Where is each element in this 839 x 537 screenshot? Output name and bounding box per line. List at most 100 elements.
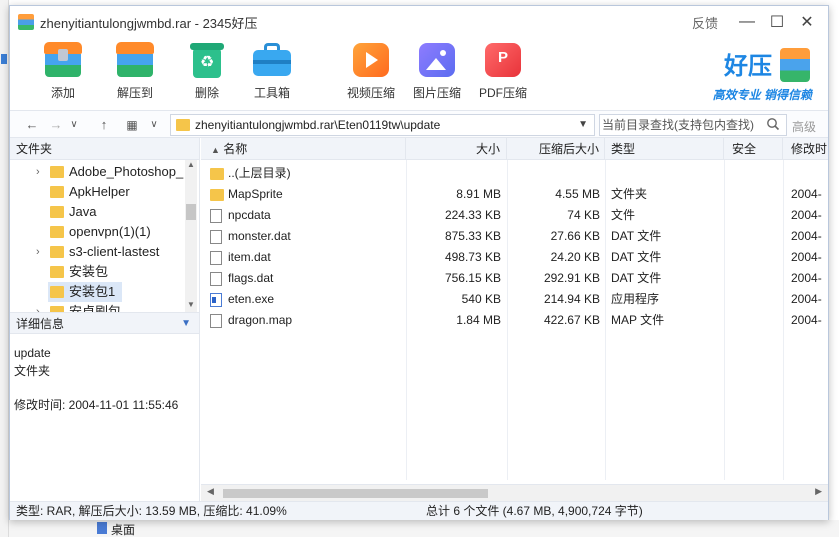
video-compress-button[interactable]: 视频压缩 [338,40,404,101]
file-type: 文件夹 [611,187,648,201]
pdf-compress-button[interactable]: P PDF压缩 [470,40,536,101]
tree-item[interactable]: 安装包 [10,262,190,282]
add-button[interactable]: 添加 [30,40,96,101]
file-icon [210,314,222,328]
file-row[interactable]: dragon.map 1.84 MB 422.67 KB MAP 文件 2004- [201,310,828,331]
tree-item[interactable]: › s3-client-lastest [10,242,190,262]
file-modified: 2004- [791,208,822,222]
expand-arrow-icon[interactable]: › [36,162,40,182]
file-icon [210,230,222,244]
file-row[interactable]: flags.dat 756.15 KB 292.91 KB DAT 文件 2004- [201,268,828,289]
title-bar[interactable]: zhenyitiantulongjwmbd.rar - 2345好压 反馈 — … [10,6,828,38]
file-row[interactable]: MapSprite 8.91 MB 4.55 MB 文件夹 2004- [201,184,828,205]
column-size[interactable]: 大小 [406,138,507,160]
desktop-icon [97,522,107,534]
scroll-right-icon[interactable]: ▶ [815,486,822,497]
tree-item-label: Adobe_Photoshop_ [69,164,184,179]
file-name: eten.exe [228,292,275,306]
tree-scrollbar[interactable]: ▲ ▼ [185,160,197,312]
feedback-link[interactable]: 反馈 [692,13,718,32]
column-type[interactable]: 类型 [605,138,724,160]
file-row[interactable]: ..(上层目录) [201,163,828,184]
tree-item[interactable]: › 安卓刷包 [10,302,190,312]
file-modified: 2004- [791,271,822,285]
back-arrow-icon[interactable]: ← [24,115,40,135]
tree-item[interactable]: Java [10,202,190,222]
tree-item-label: 安卓刷包 [69,304,122,312]
left-panel: 文件夹 › Adobe_Photoshop_ ApkHelper Java ope… [10,138,200,501]
video-compress-label: 视频压缩 [346,86,395,100]
status-bar: 类型: RAR, 解压后大小: 13.59 MB, 压缩比: 41.09% 总计… [10,501,828,520]
file-row[interactable]: monster.dat 875.33 KB 27.66 KB DAT 文件 2004- [201,226,828,247]
file-icon [210,251,222,265]
scroll-up-icon[interactable]: ▲ [185,160,197,172]
recycle-bin-icon: ♻ [186,40,228,80]
column-modified[interactable]: 修改时 [783,138,828,160]
file-row[interactable]: eten.exe 540 KB 214.94 KB 应用程序 2004- [201,289,828,310]
file-type: DAT 文件 [611,229,662,243]
file-row[interactable]: item.dat 498.73 KB 24.20 KB DAT 文件 2004- [201,247,828,268]
tree-item[interactable]: › Adobe_Photoshop_ [10,162,190,182]
search-icon[interactable] [766,117,780,131]
detail-name: update [14,346,51,360]
add-label: 添加 [50,86,75,100]
archive-window: zhenyitiantulongjwmbd.rar - 2345好压 反馈 — … [9,5,829,520]
tree-item[interactable]: openvpn(1)(1) [10,222,190,242]
scroll-left-icon[interactable]: ◀ [207,486,214,497]
expand-arrow-icon[interactable]: › [36,302,40,312]
image-compress-button[interactable]: 图片压缩 [404,40,470,101]
delete-label: 删除 [194,86,219,100]
scroll-thumb[interactable] [186,204,196,220]
folder-icon [50,246,64,258]
maximize-button[interactable]: ☐ [762,10,792,34]
horizontal-scrollbar[interactable]: ◀ ▶ [201,484,828,501]
file-modified: 2004- [791,229,822,243]
file-name: MapSprite [228,187,283,201]
column-security[interactable]: 安全 [724,138,783,160]
file-row[interactable]: npcdata 224.33 KB 74 KB 文件 2004- [201,205,828,226]
details-header[interactable]: 详细信息 ▼ [10,312,199,334]
path-text: zhenyitiantulongjwmbd.rar\Eten0119tw\upd… [195,118,441,132]
scroll-thumb[interactable] [223,489,488,498]
toolbox-label: 工具箱 [253,86,290,100]
file-modified: 2004- [791,187,822,201]
detail-modified: 修改时间: 2004-11-01 11:55:46 [14,398,179,412]
file-name: ..(上层目录) [228,166,291,180]
tree-item[interactable]: ApkHelper [10,182,190,202]
folder-icon [50,266,64,278]
path-field[interactable]: zhenyitiantulongjwmbd.rar\Eten0119tw\upd… [170,114,595,136]
scroll-down-icon[interactable]: ▼ [185,300,197,312]
search-field[interactable] [599,114,787,136]
history-dropdown-icon[interactable]: ∨ [68,115,80,135]
advanced-search-link[interactable]: 高级 [792,118,816,135]
path-dropdown-icon[interactable]: ▼ [578,119,588,130]
tree-item-label: openvpn(1)(1) [69,224,151,239]
brand-name: 好压 [724,53,772,80]
minimize-button[interactable]: — [732,10,762,34]
tree-item-selected[interactable]: 安装包1 [48,282,122,302]
column-name[interactable]: ▲ 名称 [201,138,406,160]
app-logo-icon [18,14,34,30]
column-packed[interactable]: 压缩后大小 [507,138,605,160]
folder-icon [210,168,224,180]
file-size: 540 KB [461,292,501,306]
expand-arrow-icon[interactable]: › [36,242,40,262]
folder-tree: › Adobe_Photoshop_ ApkHelper Java openvpn… [10,160,199,312]
toolbox-button[interactable]: 工具箱 [239,40,305,101]
tree-item-label: 安装包 [69,264,109,279]
delete-button[interactable]: ♻ 删除 [174,40,240,101]
collapse-arrow-icon[interactable]: ▼ [181,313,191,335]
file-modified: 2004- [791,292,822,306]
folder-icon [50,186,64,198]
file-name: monster.dat [228,229,291,243]
file-size: 498.73 KB [444,250,501,264]
view-mode-dropdown-icon[interactable]: ∨ [148,115,160,135]
file-type: DAT 文件 [611,250,662,264]
extract-button[interactable]: 解压到 [102,40,168,101]
close-button[interactable]: ✕ [792,10,822,34]
up-arrow-icon[interactable]: ↑ [96,115,112,135]
forward-arrow-icon[interactable]: → [48,115,64,135]
view-mode-icon[interactable]: ▦ [124,115,140,135]
search-input[interactable] [602,116,762,134]
file-list: ▲ 名称 大小 压缩后大小 类型 安全 修改时 ..(上层目录) MapSprit… [201,138,828,501]
